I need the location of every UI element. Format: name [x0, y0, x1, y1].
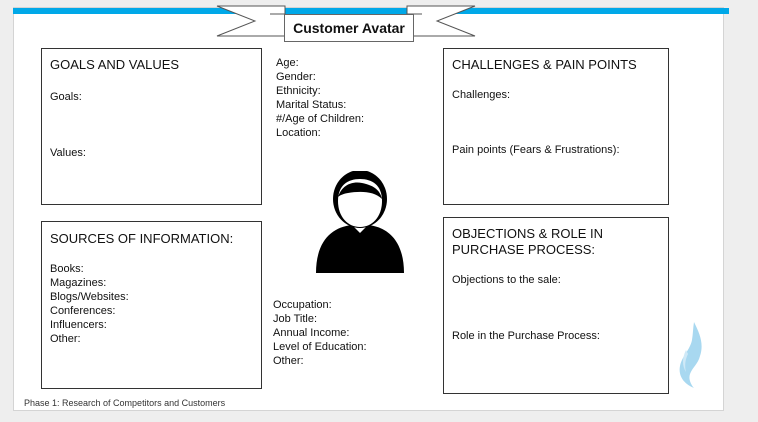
- demographic-item: Occupation:: [273, 299, 332, 311]
- demographic-item: Age:: [276, 57, 299, 69]
- values-label: Values:: [50, 147, 86, 159]
- goals-label: Goals:: [50, 91, 82, 103]
- demographics-top-list: Age: Gender: Ethnicity: Marital Status: …: [276, 56, 364, 140]
- challenges-title: CHALLENGES & PAIN POINTS: [452, 57, 637, 72]
- source-item: Blogs/Websites:: [50, 291, 129, 303]
- source-item: Conferences:: [50, 305, 116, 317]
- demographic-item: #/Age of Children:: [276, 113, 365, 125]
- sources-list: Books: Magazines: Blogs/Websites: Confer…: [50, 262, 129, 346]
- challenges-box: CHALLENGES & PAIN POINTS Challenges: Pai…: [443, 48, 669, 205]
- objections-title-line2: PURCHASE PROCESS:: [452, 242, 596, 257]
- source-item: Influencers:: [50, 319, 107, 331]
- demographic-item: Annual Income:: [273, 327, 350, 339]
- demographic-item: Job Title:: [273, 313, 318, 325]
- person-silhouette-icon: [316, 171, 404, 273]
- demographic-item: Marital Status:: [276, 99, 347, 111]
- goals-values-title: GOALS AND VALUES: [50, 57, 180, 72]
- pain-points-label: Pain points (Fears & Frustrations):: [452, 144, 620, 156]
- role-label: Role in the Purchase Process:: [452, 330, 600, 342]
- objections-box: OBJECTIONS & ROLE IN PURCHASE PROCESS: O…: [443, 217, 669, 394]
- footer-caption: Phase 1: Research of Competitors and Cus…: [24, 398, 226, 408]
- goals-values-box: GOALS AND VALUES Goals: Values:: [41, 48, 262, 205]
- demographic-item: Ethnicity:: [276, 85, 321, 97]
- source-item: Books:: [50, 263, 84, 275]
- sources-box: SOURCES OF INFORMATION: Books: Magazines…: [41, 221, 262, 389]
- demographic-item: Other:: [273, 355, 304, 367]
- challenges-label: Challenges:: [452, 89, 511, 101]
- objections-label: Objections to the sale:: [452, 274, 561, 286]
- page-title: Customer Avatar: [284, 14, 414, 42]
- source-item: Other:: [50, 333, 81, 345]
- demographic-item: Gender:: [276, 71, 316, 83]
- demographic-item: Location:: [276, 127, 321, 139]
- demographic-item: Level of Education:: [273, 341, 367, 353]
- sources-title: SOURCES OF INFORMATION:: [50, 231, 234, 246]
- demographics-bottom-list: Occupation: Job Title: Annual Income: Le…: [273, 298, 367, 368]
- objections-title-line1: OBJECTIONS & ROLE IN: [452, 226, 603, 241]
- source-item: Magazines:: [50, 277, 107, 289]
- flame-logo-icon: [679, 322, 702, 388]
